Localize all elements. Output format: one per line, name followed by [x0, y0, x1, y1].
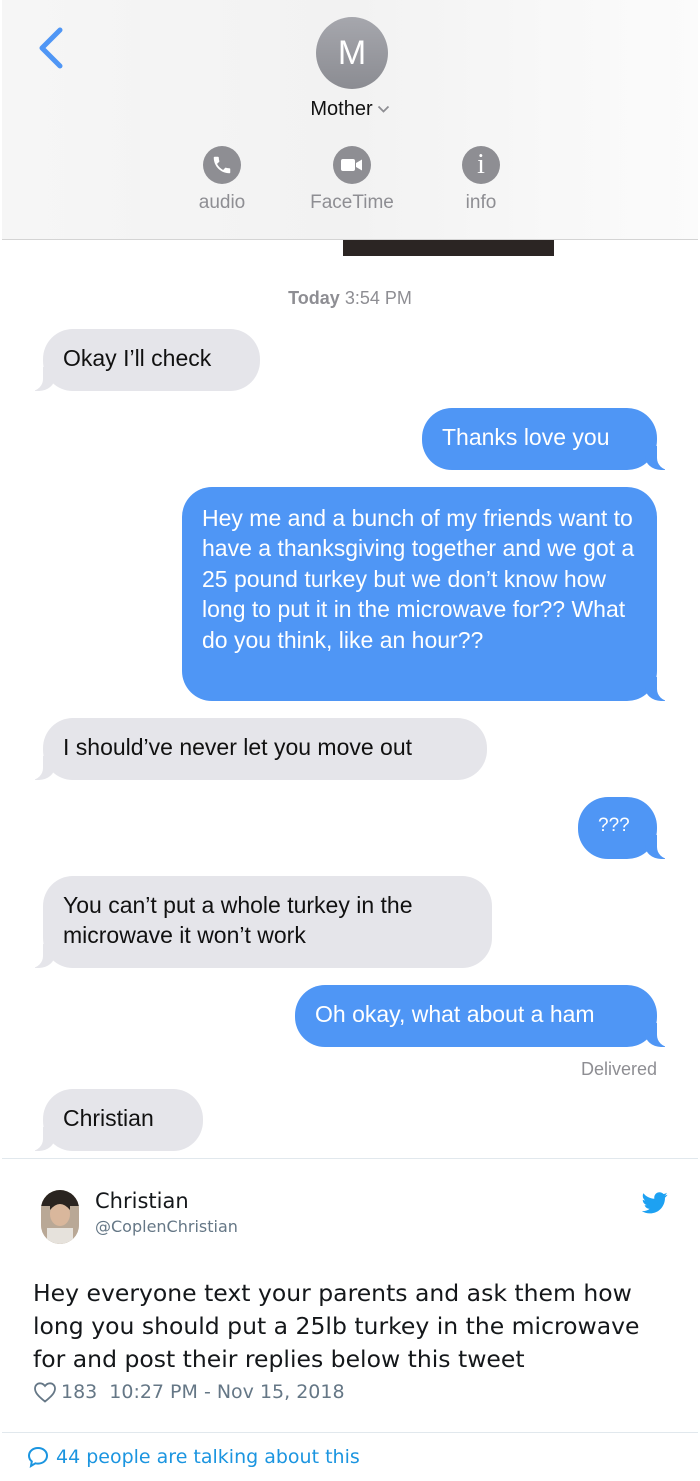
sent-message[interactable]: ??? [578, 797, 681, 859]
heart-icon[interactable] [33, 1381, 57, 1403]
tweet-timestamp[interactable]: 10:27 PM - Nov 15, 2018 [109, 1381, 344, 1403]
speech-bubble-icon [27, 1446, 49, 1469]
video-camera-icon [333, 146, 371, 184]
tweet-author-handle[interactable]: @CoplenChristian [95, 1217, 238, 1236]
like-count[interactable]: 183 [61, 1381, 97, 1403]
contact-name-button[interactable]: Mother [2, 98, 698, 121]
tweet-author-name[interactable]: Christian [95, 1189, 189, 1213]
contact-avatar[interactable]: M [316, 17, 388, 89]
received-message[interactable]: Okay I’ll check [19, 329, 260, 391]
tweet-divider [2, 1432, 698, 1433]
conversation-link[interactable]: 44 people are talking about this [26, 1445, 360, 1469]
sent-message[interactable]: Hey me and a bunch of my friends want to… [182, 487, 681, 701]
info-label: info [465, 192, 497, 213]
back-chevron-icon[interactable] [34, 24, 68, 72]
info-icon: i [462, 146, 500, 184]
contact-name-label: Mother [310, 98, 373, 120]
received-message[interactable]: You can’t put a whole turkey in the micr… [19, 876, 492, 968]
tweet-card: Christian @CoplenChristian Hey everyone … [2, 1158, 698, 1481]
twitter-bird-icon[interactable] [642, 1192, 668, 1214]
cropped-image-edge [343, 240, 554, 256]
conversation-timestamp: Today 3:54 PM [0, 288, 700, 309]
audio-call-button[interactable]: audio [167, 146, 277, 214]
facetime-button[interactable]: FaceTime [297, 146, 407, 214]
facetime-label: FaceTime [310, 192, 394, 213]
received-message[interactable]: Christian [19, 1089, 203, 1151]
talking-count-label: 44 people are talking about this [56, 1446, 360, 1468]
received-message[interactable]: I should’ve never let you move out [19, 718, 487, 780]
tweet-text: Hey everyone text your parents and ask t… [33, 1279, 640, 1373]
sent-message[interactable]: Oh okay, what about a ham [295, 985, 681, 1047]
phone-icon [203, 146, 241, 184]
timestamp-time: 3:54 PM [344, 288, 412, 308]
timestamp-day: Today [288, 288, 340, 308]
conversation-header: M Mother audio FaceTime i info [2, 0, 698, 240]
tweet-meta: 183 10:27 PM - Nov 15, 2018 [33, 1381, 345, 1403]
info-button[interactable]: i info [426, 146, 536, 214]
delivered-status: Delivered [580, 1059, 657, 1079]
audio-label: audio [198, 192, 246, 213]
user-avatar[interactable] [41, 1190, 79, 1244]
chevron-down-icon [377, 106, 389, 113]
sent-message[interactable]: Thanks love you [422, 408, 681, 470]
